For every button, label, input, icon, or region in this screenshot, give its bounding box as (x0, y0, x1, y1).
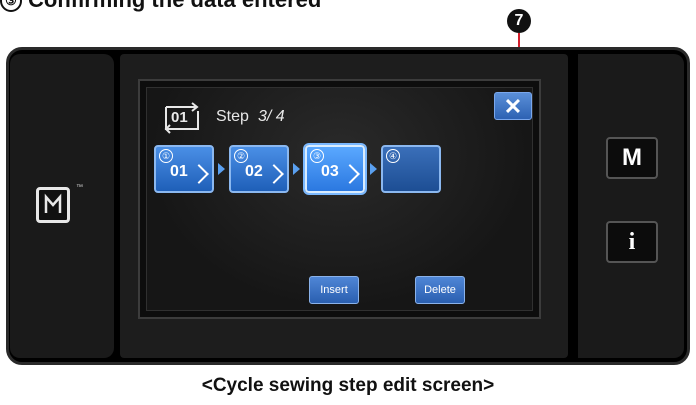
step-count: 3/ 4 (258, 108, 285, 125)
section-title: Confirming the data entered (28, 0, 321, 12)
step-index: ④ (386, 149, 400, 163)
arrow-icon (293, 163, 300, 175)
step-icon-text: 01 (171, 109, 188, 126)
nfc-icon (36, 187, 70, 223)
step-cycle-icon: 01 (160, 101, 206, 135)
arrow-icon (370, 163, 377, 175)
step-button-4[interactable]: ④ (381, 145, 441, 193)
mode-button[interactable]: M (606, 137, 658, 179)
chevron-right-icon (264, 164, 284, 184)
step-button-1[interactable]: ① 01 (154, 145, 214, 193)
step-code: 02 (245, 163, 263, 180)
arrow-icon (218, 163, 225, 175)
step-button-2[interactable]: ② 02 (229, 145, 289, 193)
chevron-right-icon (189, 164, 209, 184)
figure-caption: <Cycle sewing step edit screen> (201, 375, 495, 396)
close-icon: ✕ (503, 94, 523, 119)
step-code: 01 (170, 163, 188, 180)
step-index: ③ (310, 149, 324, 163)
step-button-3[interactable]: ③ 03 (305, 145, 365, 193)
callout-marker: 7 (507, 9, 531, 33)
right-panel (578, 54, 684, 358)
section-heading: ③ Confirming the data entered (0, 0, 321, 13)
info-button[interactable]: i (606, 221, 658, 263)
trademark-mark: ™ (76, 184, 83, 191)
step-label: Step (216, 108, 249, 125)
insert-button[interactable]: Insert (309, 276, 359, 304)
step-index: ② (234, 149, 248, 163)
chevron-right-icon (340, 164, 360, 184)
delete-button[interactable]: Delete (415, 276, 465, 304)
section-number: ③ (0, 0, 22, 12)
close-button[interactable]: ✕ (494, 92, 532, 120)
step-index: ① (159, 149, 173, 163)
step-code: 03 (321, 163, 339, 180)
